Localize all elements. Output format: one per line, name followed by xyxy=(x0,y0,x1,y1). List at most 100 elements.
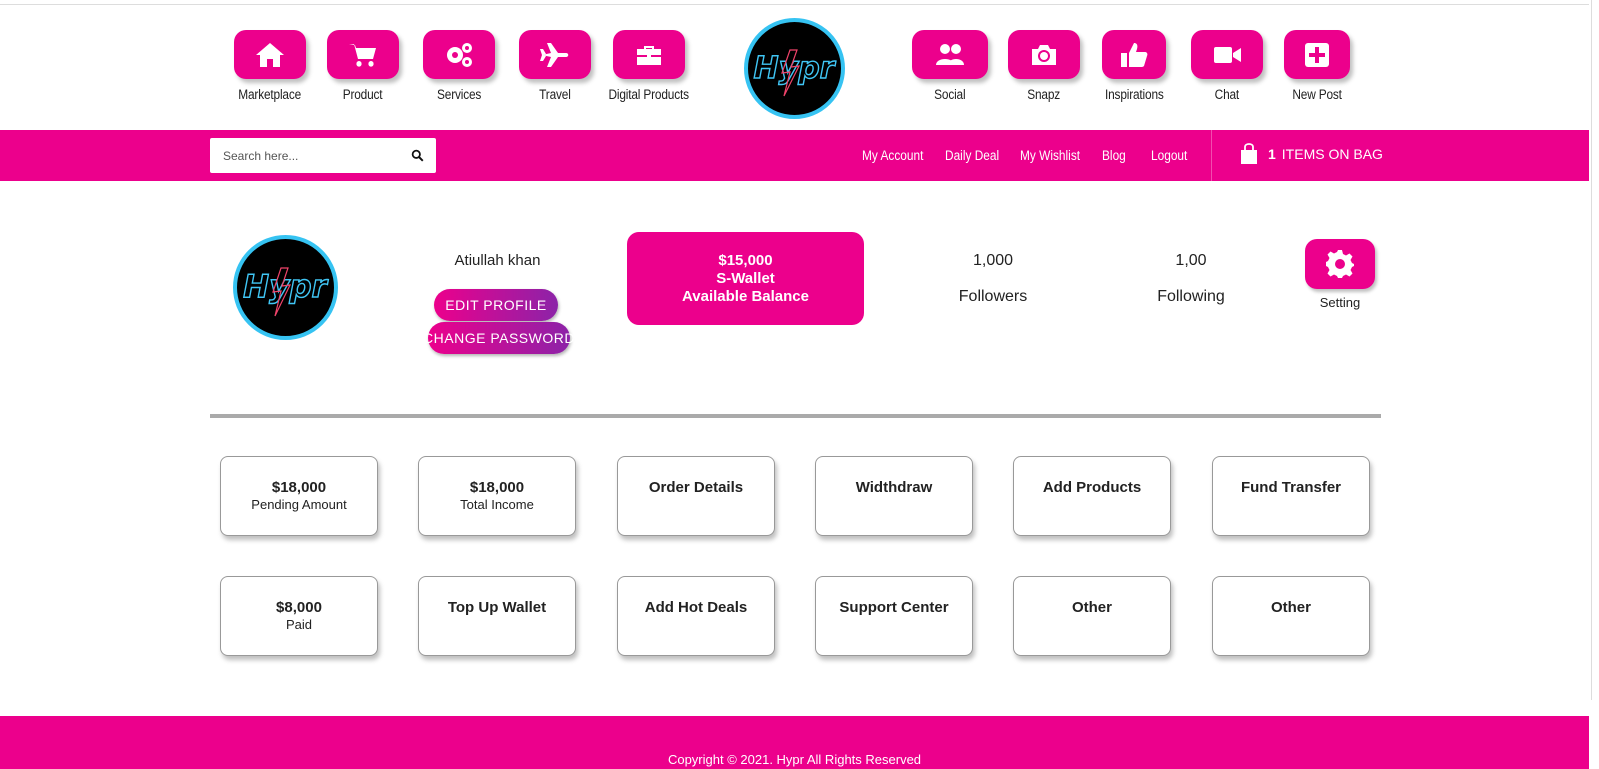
card-total-income[interactable]: $18,000 Total Income xyxy=(418,456,576,536)
card-subtitle: Pending Amount xyxy=(251,497,347,512)
card-title: Order Details xyxy=(648,479,744,496)
nav-label: Inspirations xyxy=(1104,87,1164,102)
shopping-bag-icon xyxy=(1241,143,1257,164)
profile-avatar[interactable]: Hypr xyxy=(233,235,338,340)
card-pending-amount[interactable]: $18,000 Pending Amount xyxy=(220,456,378,536)
card-title: Add Hot Deals xyxy=(644,599,748,616)
site-logo[interactable]: Hypr xyxy=(744,18,845,119)
menu-my-account[interactable]: My Account xyxy=(862,148,923,163)
scrollbar-track[interactable] xyxy=(1591,0,1594,700)
wallet-balance-card[interactable]: $15,000 S-Wallet Available Balance xyxy=(627,232,864,325)
camera-icon xyxy=(1032,44,1056,65)
nav-label: Product xyxy=(343,87,383,102)
profile-name: Atiullah khan xyxy=(454,252,541,269)
browser-top-border xyxy=(0,0,1599,5)
card-paid[interactable]: $8,000 Paid xyxy=(220,576,378,656)
card-subtitle: Paid xyxy=(285,617,313,632)
nav-digital-products[interactable]: Digital Products xyxy=(594,30,704,102)
card-title: $18,000 xyxy=(469,479,525,496)
menu-blog[interactable]: Blog xyxy=(1102,148,1126,163)
nav-new-post[interactable]: New Post xyxy=(1262,30,1372,102)
gear-icon xyxy=(1326,250,1354,278)
bag-label: ITEMS ON BAG xyxy=(1281,146,1383,162)
wallet-name: S-Wallet xyxy=(716,269,775,287)
card-title: Other xyxy=(1071,599,1112,616)
nav-label: Social xyxy=(934,87,966,102)
wallet-caption: Available Balance xyxy=(681,287,809,305)
card-title: $8,000 xyxy=(276,599,322,616)
card-other[interactable]: Other xyxy=(1212,576,1370,656)
search-icon[interactable] xyxy=(411,149,424,162)
plus-square-icon xyxy=(1305,42,1329,67)
menu-my-wishlist[interactable]: My Wishlist xyxy=(1020,148,1080,163)
card-subtitle: Total Income xyxy=(460,497,534,512)
nav-button[interactable] xyxy=(1284,30,1350,79)
hypr-logo-icon: Hypr xyxy=(753,49,837,97)
video-icon xyxy=(1214,46,1241,63)
card-widthdraw[interactable]: Widthdraw xyxy=(815,456,973,536)
nav-button[interactable] xyxy=(1102,30,1166,79)
nav-services[interactable]: Services xyxy=(404,30,514,102)
followers-count: 1,000 xyxy=(972,252,1014,269)
card-title: Top Up Wallet xyxy=(447,599,547,616)
card-title: $18,000 xyxy=(271,479,327,496)
search-input[interactable] xyxy=(223,148,398,163)
bag-count: 1 xyxy=(1268,146,1276,162)
card-title: Widthdraw xyxy=(855,479,933,496)
setting-label: Setting xyxy=(1319,295,1361,310)
menu-separator xyxy=(1211,130,1212,181)
edit-profile-button[interactable]: EDIT PROFILE xyxy=(434,289,558,321)
followers-label: Followers xyxy=(958,288,1028,305)
home-icon xyxy=(256,42,284,67)
card-title: Add Products xyxy=(1042,479,1142,496)
card-fund-transfer[interactable]: Fund Transfer xyxy=(1212,456,1370,536)
briefcase-icon xyxy=(637,45,661,65)
card-order-details[interactable]: Order Details xyxy=(617,456,775,536)
nav-button[interactable] xyxy=(327,30,399,79)
copyright-text: Copyright © 2021. Hypr All Rights Reserv… xyxy=(667,752,922,767)
wallet-amount: $15,000 xyxy=(718,251,773,269)
page: Marketplace Product Services Travel Digi… xyxy=(0,0,1599,769)
card-title: Other xyxy=(1270,599,1311,616)
nav-label: Digital Products xyxy=(608,87,690,102)
nav-button[interactable] xyxy=(234,30,306,79)
main-menu-bar: My Account Daily Deal My Wishlist Blog L… xyxy=(0,130,1589,181)
following-label: Following xyxy=(1157,288,1225,305)
nav-label: New Post xyxy=(1292,87,1342,102)
hypr-logo-icon: Hypr xyxy=(242,267,329,317)
following-stat[interactable]: 1,00 Following xyxy=(1131,252,1251,306)
card-other[interactable]: Other xyxy=(1013,576,1171,656)
setting-button[interactable] xyxy=(1305,239,1375,289)
nav-button[interactable] xyxy=(613,30,685,79)
nav-label: Chat xyxy=(1214,87,1240,102)
nav-button[interactable] xyxy=(912,30,988,79)
card-support-center[interactable]: Support Center xyxy=(815,576,973,656)
nav-label: Travel xyxy=(539,87,571,102)
nav-button[interactable] xyxy=(519,30,591,79)
following-count: 1,00 xyxy=(1175,252,1207,269)
users-icon xyxy=(936,43,964,65)
card-add-hot-deals[interactable]: Add Hot Deals xyxy=(617,576,775,656)
nav-button[interactable] xyxy=(1008,30,1080,79)
cart-icon xyxy=(349,43,376,67)
search-box[interactable] xyxy=(210,138,436,173)
shopping-bag[interactable]: 1 ITEMS ON BAG xyxy=(1240,143,1383,165)
nav-label: Marketplace xyxy=(238,87,302,102)
followers-stat[interactable]: 1,000 Followers xyxy=(933,252,1053,306)
thumbs-up-icon xyxy=(1121,42,1148,67)
nav-product[interactable]: Product xyxy=(308,30,418,102)
gears-icon xyxy=(447,42,472,67)
card-title: Support Center xyxy=(839,599,949,616)
card-add-products[interactable]: Add Products xyxy=(1013,456,1171,536)
footer: Copyright © 2021. Hypr All Rights Reserv… xyxy=(0,716,1589,769)
section-divider xyxy=(210,414,1381,418)
card-top-up-wallet[interactable]: Top Up Wallet xyxy=(418,576,576,656)
nav-button[interactable] xyxy=(1191,30,1263,79)
card-title: Fund Transfer xyxy=(1240,479,1341,496)
menu-logout[interactable]: Logout xyxy=(1151,148,1187,163)
scrollbar[interactable] xyxy=(1589,0,1599,769)
nav-label: Snapz xyxy=(1027,87,1061,102)
nav-button[interactable] xyxy=(423,30,495,79)
menu-daily-deal[interactable]: Daily Deal xyxy=(945,148,999,163)
change-password-button[interactable]: CHANGE PASSWORD xyxy=(423,322,574,354)
